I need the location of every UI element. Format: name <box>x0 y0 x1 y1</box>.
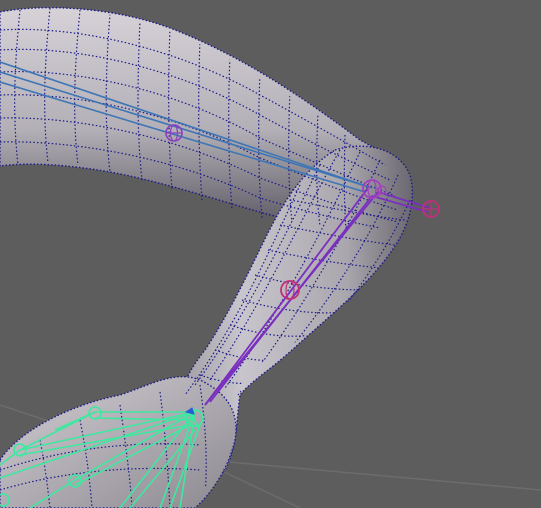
ik-pole-handle-icon[interactable] <box>422 200 440 218</box>
maya-viewport[interactable] <box>0 0 541 508</box>
viewport-canvas[interactable] <box>0 0 541 508</box>
